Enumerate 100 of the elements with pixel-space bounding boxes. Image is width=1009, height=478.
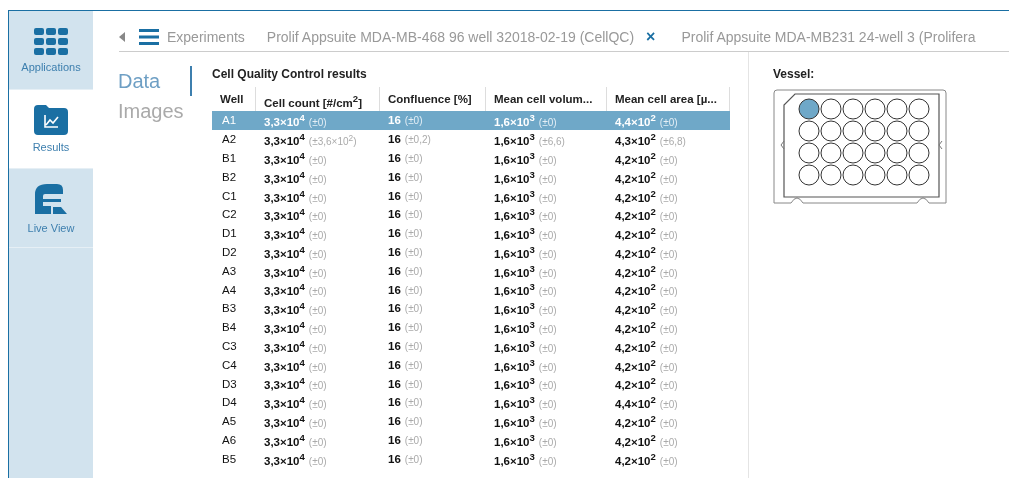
well-cell: B1	[222, 152, 237, 164]
error-text: (±0)	[538, 380, 557, 392]
well-circle[interactable]	[864, 98, 886, 120]
vessel-label: Vessel:	[773, 67, 816, 81]
table-row[interactable]: A2 3,3×10$^{4}$ (±3,6×10$^{2}$) 16 (±0,2) 1,6×10$^{3}$ (±6,6) 4,3×10$^{2}$ (±6,8)	[212, 129, 730, 149]
well-cell: B4	[222, 321, 237, 334]
well-circle[interactable]	[842, 98, 864, 120]
well-circle[interactable]	[886, 98, 908, 120]
well-cell: C3	[222, 339, 237, 352]
value-text: 4,2×10$^{2}$	[615, 341, 656, 354]
value-text: 3,3×10$^{4}$	[264, 247, 305, 260]
error-text: (±3,6×10$^{2}$)	[308, 136, 357, 148]
error-text: (±0)	[659, 192, 678, 204]
value-text: 3,3×10$^{4}$	[264, 191, 305, 204]
menu-icon[interactable]	[139, 29, 159, 45]
table-row[interactable]: B1 3,3×10$^{4}$ (±0) 16 (±0) 1,6×10$^{3}$ (±0) 4,2×10$^{2}$ (±0)	[212, 148, 730, 168]
well-circle[interactable]	[798, 98, 820, 120]
close-tab-button[interactable]: ×	[642, 28, 660, 46]
well-cell: D2	[222, 245, 237, 258]
table-row[interactable]: A5 3,3×10$^{4}$ (±0) 16 (±0) 1,6×10$^{3}$ (±0) 4,2×10$^{2}$ (±0)	[212, 411, 730, 431]
error-text: (±0)	[308, 117, 327, 129]
error-text: (±0)	[538, 267, 557, 279]
value-text: 1,6×10$^{3}$	[494, 229, 535, 242]
error-text: (±6,8)	[659, 136, 686, 148]
well-circle[interactable]	[842, 120, 864, 142]
table-row[interactable]: A4 3,3×10$^{4}$ (±0) 16 (±0) 1,6×10$^{3}$ (±0) 4,2×10$^{2}$ (±0)	[212, 280, 730, 299]
error-text: (±0)	[404, 246, 423, 258]
table-row[interactable]: A6 3,3×10$^{4}$ (±0) 16 (±0) 1,6×10$^{3}$ (±0) 4,2×10$^{2}$ (±0)	[212, 430, 730, 450]
error-text: (±0)	[538, 399, 557, 411]
table-row[interactable]: D4 3,3×10$^{4}$ (±0) 16 (±0) 1,6×10$^{3}$ (±0) 4,4×10$^{2}$ (±0)	[212, 392, 730, 412]
table-row[interactable]: D3 3,3×10$^{4}$ (±0) 16 (±0) 1,6×10$^{3}$ (±0) 4,2×10$^{2}$ (±0)	[212, 374, 730, 393]
well-circle[interactable]	[798, 164, 820, 186]
error-text: (±0)	[659, 230, 678, 242]
table-row[interactable]: B4 3,3×10$^{4}$ (±0) 16 (±0) 1,6×10$^{3}$ (±0) 4,2×10$^{2}$ (±0)	[212, 317, 730, 337]
error-text: (±0)	[538, 192, 557, 204]
value-text: 16	[388, 170, 401, 183]
error-text: (±0)	[538, 324, 557, 336]
collapse-arrow-icon[interactable]	[119, 32, 125, 42]
well-circle[interactable]	[820, 164, 842, 186]
table-row[interactable]: D1 3,3×10$^{4}$ (±0) 16 (±0) 1,6×10$^{3}$ (±0) 4,2×10$^{2}$ (±0)	[212, 223, 730, 243]
error-text: (±0)	[404, 322, 423, 334]
table-row[interactable]: B5 3,3×10$^{4}$ (±0) 16 (±0) 1,6×10$^{3}$ (±0) 4,2×10$^{2}$ (±0)	[212, 449, 730, 469]
value-text: 3,3×10$^{4}$	[264, 398, 305, 411]
value-text: 16	[388, 415, 401, 428]
value-text: 4,2×10$^{2}$	[615, 435, 656, 448]
error-text: (±0)	[404, 153, 423, 164]
well-circle[interactable]	[908, 164, 930, 186]
value-text: 16	[388, 245, 401, 258]
error-text: (±0)	[404, 265, 423, 277]
value-text: 16	[388, 433, 401, 446]
error-text: (±0)	[659, 342, 678, 354]
well-circle[interactable]	[886, 120, 908, 142]
value-text: 4,4×10$^{2}$	[615, 398, 656, 411]
well-cell: C4	[222, 358, 237, 371]
value-text: 3,3×10$^{4}$	[264, 172, 305, 185]
well-cell: D4	[222, 396, 237, 409]
well-circle[interactable]	[908, 120, 930, 142]
value-text: 3,3×10$^{4}$	[264, 153, 305, 166]
table-row[interactable]: C2 3,3×10$^{4}$ (±0) 16 (±0) 1,6×10$^{3}$ (±0) 4,2×10$^{2}$ (±0)	[212, 205, 730, 224]
error-text: (±0)	[308, 286, 327, 298]
value-text: 16	[388, 302, 401, 315]
well-circle[interactable]	[864, 164, 886, 186]
well-circle[interactable]	[864, 142, 886, 164]
error-text: (±0)	[404, 397, 423, 409]
well-circle[interactable]	[842, 142, 864, 164]
error-text: (±0)	[538, 361, 557, 373]
error-text: (±0)	[308, 455, 327, 467]
value-text: 4,2×10$^{2}$	[615, 304, 656, 317]
sidebar-item[interactable]: Results	[9, 90, 93, 169]
table-row[interactable]: A3 3,3×10$^{4}$ (±0) 16 (±0) 1,6×10$^{3}$ (±0) 4,2×10$^{2}$ (±0)	[212, 261, 730, 281]
well-circle[interactable]	[908, 98, 930, 120]
error-text: (±0)	[659, 248, 678, 260]
error-text: (±0)	[659, 324, 678, 336]
value-text: 3,3×10$^{4}$	[264, 116, 305, 129]
error-text: (±0)	[404, 209, 423, 221]
value-text: 16	[388, 396, 401, 409]
well-circle[interactable]	[820, 120, 842, 142]
well-circle[interactable]	[842, 164, 864, 186]
table-row[interactable]: B3 3,3×10$^{4}$ (±0) 16 (±0) 1,6×10$^{3}$ (±0) 4,2×10$^{2}$ (±0)	[212, 298, 730, 318]
error-text: (±0)	[538, 211, 557, 223]
value-text: 1,6×10$^{3}$	[494, 191, 535, 204]
value-text: 3,3×10$^{4}$	[264, 341, 305, 354]
well-circle[interactable]	[820, 142, 842, 164]
table-row[interactable]: C4 3,3×10$^{4}$ (±0) 16 (±0) 1,6×10$^{3}$ (±0) 4,2×10$^{2}$ (±0)	[212, 355, 730, 375]
error-text: (±6,6)	[538, 136, 565, 148]
well-circle[interactable]	[886, 142, 908, 164]
well-circle[interactable]	[820, 98, 842, 120]
well-circle[interactable]	[908, 142, 930, 164]
value-text: 1,6×10$^{3}$	[494, 172, 535, 185]
table-row[interactable]: C1 3,3×10$^{4}$ (±0) 16 (±0) 1,6×10$^{3}$ (±0) 4,2×10$^{2}$ (±0)	[212, 186, 730, 205]
well-circle[interactable]	[886, 164, 908, 186]
value-text: 4,2×10$^{2}$	[615, 379, 656, 392]
error-text: (±0)	[308, 418, 327, 430]
well-circle[interactable]	[798, 142, 820, 164]
well-circle[interactable]	[798, 120, 820, 142]
table-row[interactable]: C3 3,3×10$^{4}$ (±0) 16 (±0) 1,6×10$^{3}$ (±0) 4,2×10$^{2}$ (±0)	[212, 336, 730, 356]
value-text: 16	[388, 358, 401, 371]
table-row[interactable]: D2 3,3×10$^{4}$ (±0) 16 (±0) 1,6×10$^{3}$ (±0) 4,2×10$^{2}$ (±0)	[212, 242, 730, 262]
well-circle[interactable]	[864, 120, 886, 142]
table-row[interactable]: B2 3,3×10$^{4}$ (±0) 16 (±0) 1,6×10$^{3}$ (±0) 4,2×10$^{2}$ (±0)	[212, 167, 730, 187]
